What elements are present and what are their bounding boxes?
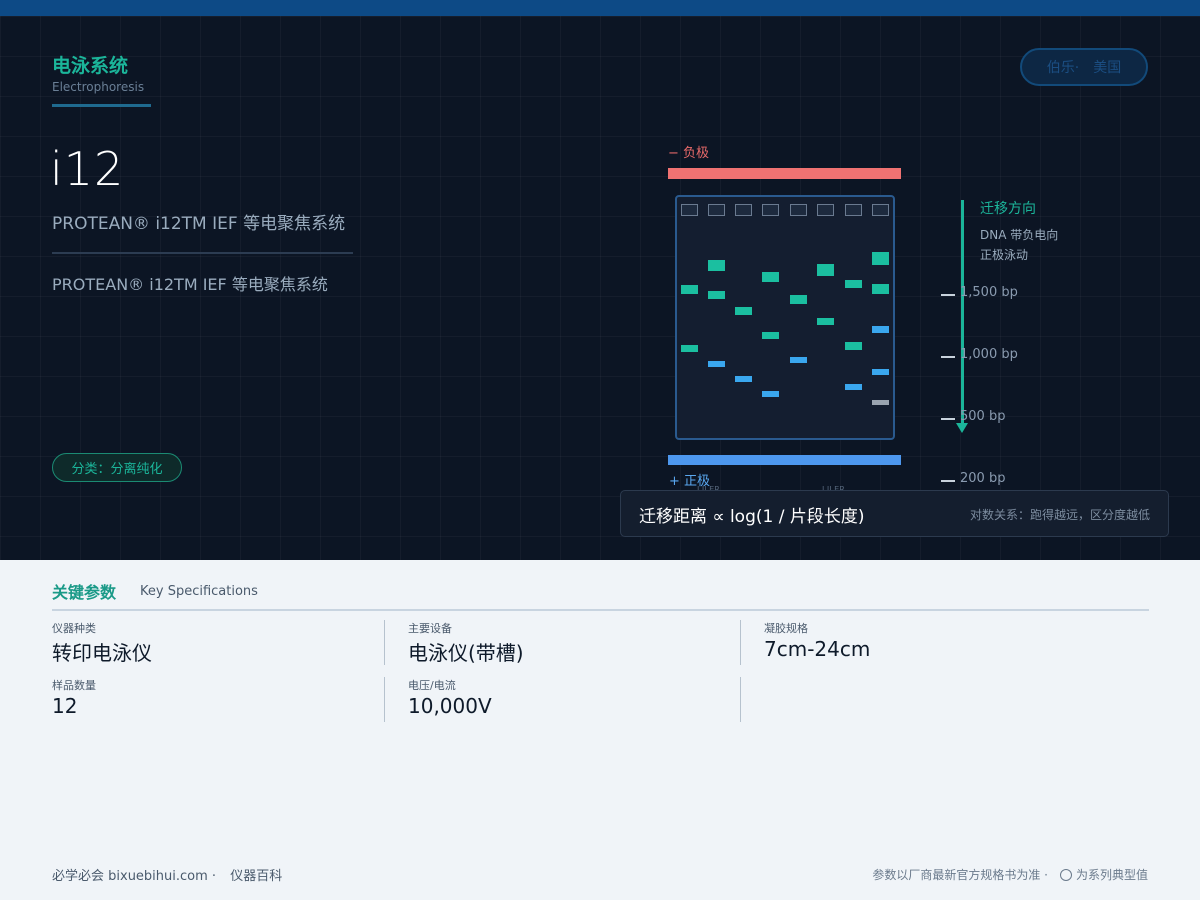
spec-item-sample-count: 样品数量 12 bbox=[52, 677, 96, 718]
ladder-tick bbox=[941, 294, 955, 296]
gel-well bbox=[681, 204, 698, 216]
gel-band bbox=[681, 285, 698, 294]
gel-band bbox=[845, 280, 862, 288]
column-separator bbox=[384, 620, 385, 665]
ladder-tick bbox=[941, 480, 955, 482]
gel-band bbox=[817, 264, 834, 276]
gel-band bbox=[872, 326, 889, 333]
spec-value: 10,000V bbox=[408, 694, 492, 718]
column-separator bbox=[740, 677, 741, 722]
category-tag[interactable]: 分类：分离纯化 bbox=[52, 453, 182, 482]
positive-electrode-bar bbox=[668, 455, 901, 465]
category-title: 电泳系统 bbox=[52, 55, 129, 77]
circle-icon bbox=[1059, 868, 1072, 881]
ladder-label: 1,000 bp bbox=[960, 347, 1018, 362]
gel-band bbox=[762, 332, 779, 339]
gel-band bbox=[790, 357, 807, 363]
migration-direction-title: 迁移方向 bbox=[980, 201, 1036, 217]
formula-main: 迁移距离 ∝ log(1 / 片段长度) bbox=[639, 507, 865, 527]
gel-band bbox=[762, 391, 779, 397]
footer-section-link[interactable]: 仪器百科 bbox=[230, 869, 282, 884]
gel-band bbox=[872, 369, 889, 375]
gel-well bbox=[790, 204, 807, 216]
ladder-label: 1,500 bp bbox=[960, 285, 1018, 300]
gel-well bbox=[817, 204, 834, 216]
spec-item-main-equipment: 主要设备 电泳仪(带槽) bbox=[408, 620, 524, 666]
product-model: i12 bbox=[50, 142, 125, 196]
column-separator bbox=[384, 677, 385, 722]
specs-subtitle: Key Specifications bbox=[140, 584, 258, 599]
spec-label: 仪器种类 bbox=[52, 622, 96, 635]
gel-well bbox=[845, 204, 862, 216]
footer-note: 为系列典型值 bbox=[1075, 868, 1148, 882]
product-name: PROTEAN® i12TM IEF 等电聚焦系统 bbox=[52, 214, 346, 234]
gel-band bbox=[708, 260, 725, 271]
brand-name: 伯乐· bbox=[1046, 60, 1080, 76]
negative-electrode-label: − 负极 bbox=[668, 146, 710, 161]
gel-band bbox=[872, 252, 889, 265]
gel-band bbox=[708, 291, 725, 299]
gel-band bbox=[708, 361, 725, 367]
gel-well bbox=[708, 204, 725, 216]
category-underline bbox=[52, 104, 151, 107]
ladder-tick bbox=[941, 356, 955, 358]
spec-item-instrument-type: 仪器种类 转印电泳仪 bbox=[52, 620, 152, 666]
spec-value: 转印电泳仪 bbox=[52, 641, 152, 665]
spec-value: 7cm-24cm bbox=[764, 637, 871, 661]
formula-note: 对数关系：跑得越远，区分度越低 bbox=[969, 508, 1150, 522]
column-separator bbox=[740, 620, 741, 665]
product-name-secondary: PROTEAN® i12TM IEF 等电聚焦系统 bbox=[52, 275, 328, 294]
category-subtitle: Electrophoresis bbox=[52, 80, 145, 94]
gel-band bbox=[790, 295, 807, 304]
gel-well bbox=[762, 204, 779, 216]
gel-band bbox=[872, 400, 889, 405]
spec-label: 凝胶规格 bbox=[764, 622, 808, 635]
gel-band bbox=[681, 345, 698, 352]
negative-electrode-bar bbox=[668, 168, 901, 179]
gel-band bbox=[735, 376, 752, 382]
gel-band bbox=[845, 384, 862, 390]
spec-value: 12 bbox=[52, 694, 78, 718]
spec-label: 电压/电流 bbox=[408, 679, 456, 692]
ladder-label: 500 bp bbox=[960, 409, 1006, 424]
gel-band bbox=[817, 318, 834, 325]
title-divider bbox=[52, 252, 353, 254]
spec-label: 样品数量 bbox=[52, 679, 96, 692]
footer-site-link[interactable]: 必学必会 bixuebihui.com · bbox=[52, 869, 216, 884]
migration-arrow-line bbox=[961, 200, 964, 425]
spec-label: 主要设备 bbox=[408, 622, 452, 635]
gel-band bbox=[872, 284, 889, 294]
brand-country: 美国 bbox=[1093, 60, 1122, 76]
footer-left: 必学必会 bixuebihui.com · 仪器百科 bbox=[52, 865, 282, 884]
footer-right: 参数以厂商最新官方规格书为准 · 为系列典型值 bbox=[872, 866, 1148, 883]
gel-band bbox=[845, 342, 862, 350]
ladder-tick bbox=[941, 418, 955, 420]
gel-well bbox=[735, 204, 752, 216]
ladder-label: 200 bp bbox=[960, 471, 1006, 486]
gel-well bbox=[872, 204, 889, 216]
top-accent-bar bbox=[0, 0, 1200, 16]
gel-slab bbox=[675, 195, 895, 440]
migration-direction-note: DNA 带负电向正极泳动 bbox=[980, 228, 1059, 262]
formula-box: 迁移距离 ∝ log(1 / 片段长度) 对数关系：跑得越远，区分度越低 bbox=[620, 490, 1169, 537]
specs-divider bbox=[52, 609, 1149, 611]
migration-arrow-head-icon bbox=[956, 423, 968, 433]
specs-title: 关键参数 bbox=[52, 583, 117, 602]
spec-value: 电泳仪(带槽) bbox=[408, 641, 524, 665]
spec-item-gel-size: 凝胶规格 7cm-24cm bbox=[764, 620, 870, 661]
spec-item-voltage: 电压/电流 10,000V bbox=[408, 677, 492, 718]
gel-band bbox=[735, 307, 752, 315]
gel-band bbox=[762, 272, 779, 282]
footer-disclaimer: 参数以厂商最新官方规格书为准 · bbox=[872, 868, 1048, 882]
brand-pill[interactable]: 伯乐· 美国 bbox=[1020, 48, 1148, 86]
